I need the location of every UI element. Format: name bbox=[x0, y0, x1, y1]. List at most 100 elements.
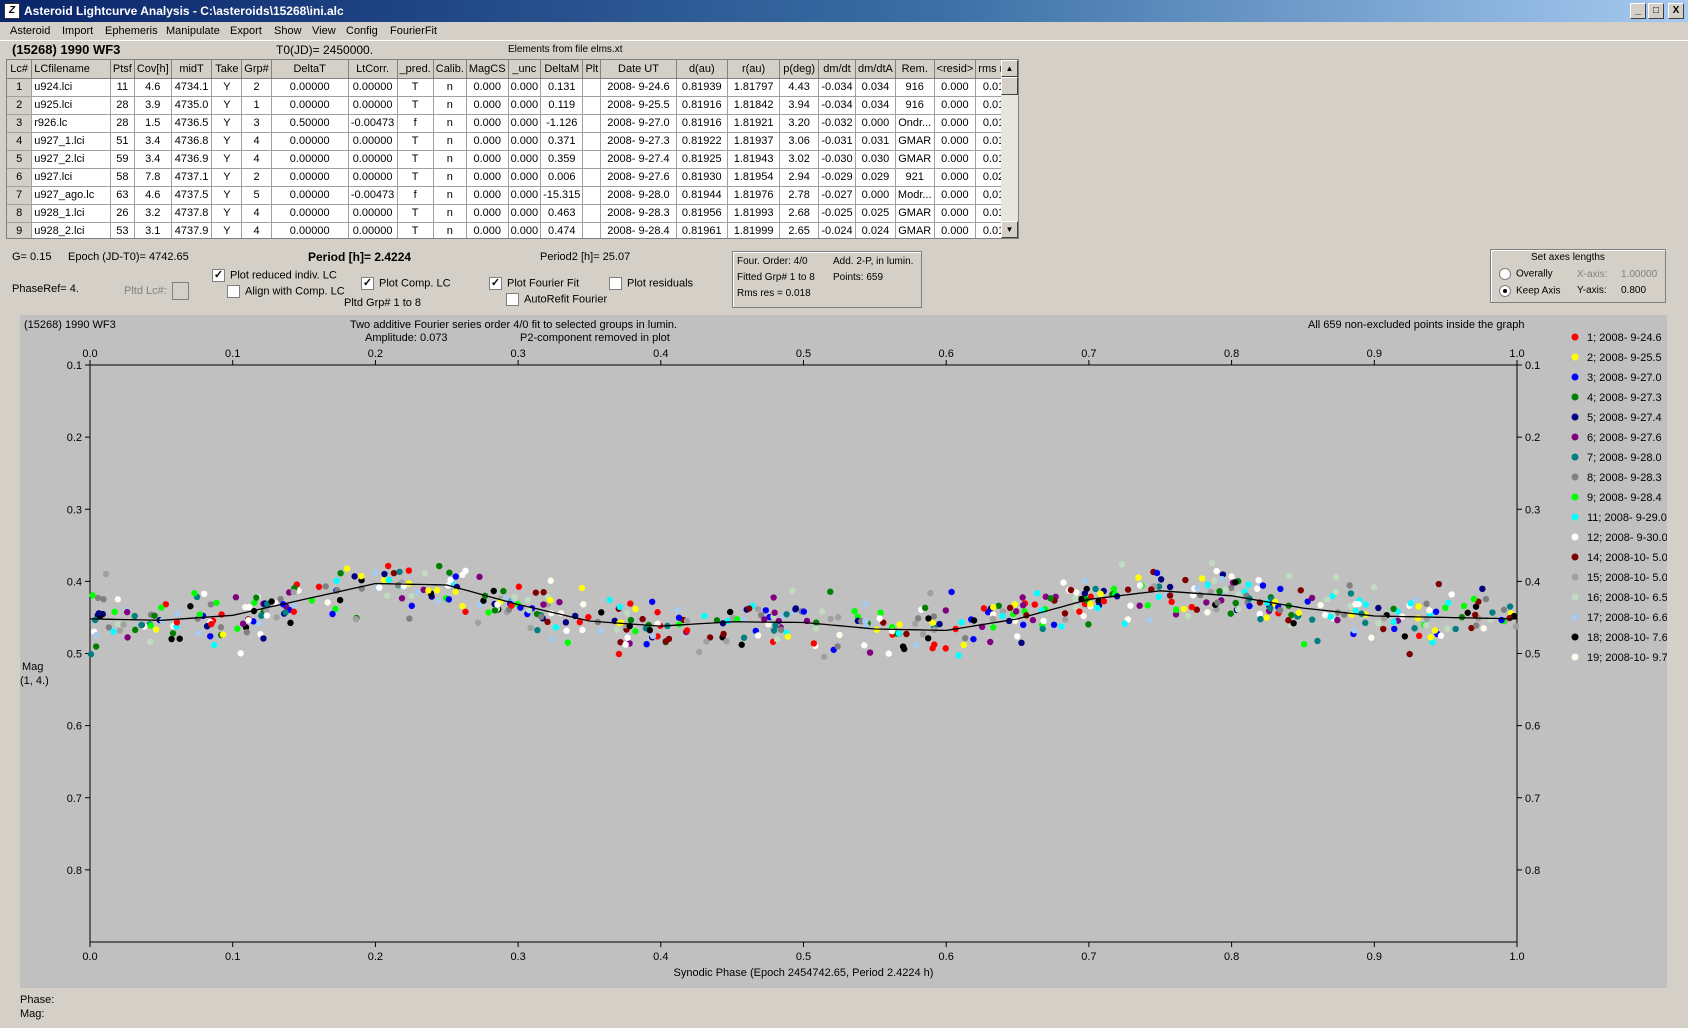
table-cell[interactable] bbox=[582, 114, 602, 133]
table-cell[interactable]: 4.43 bbox=[779, 78, 820, 97]
table-cell[interactable]: T bbox=[397, 204, 434, 223]
table-cell[interactable]: 26 bbox=[110, 204, 135, 223]
table-cell[interactable]: 0.000 bbox=[934, 132, 977, 151]
table-row[interactable]: 5 u927_2.lci 59 3.4 4736.9 Y 4 0.00000 0.00000 Tn… bbox=[7, 150, 1018, 169]
table-cell[interactable]: 921 bbox=[895, 168, 935, 187]
table-cell[interactable]: 3 bbox=[241, 114, 272, 133]
table-cell[interactable]: 58 bbox=[110, 168, 135, 187]
autorefit-checkbox[interactable]: AutoRefit Fourier bbox=[506, 293, 607, 306]
table-cell[interactable]: 0.034 bbox=[855, 96, 896, 115]
table-cell[interactable]: 3.06 bbox=[779, 132, 820, 151]
table-cell[interactable] bbox=[582, 96, 602, 115]
keep-axis-radio[interactable]: Keep Axis bbox=[1499, 285, 1560, 297]
table-cell[interactable] bbox=[582, 132, 602, 151]
table-cell[interactable]: 28 bbox=[110, 114, 135, 133]
table-cell[interactable]: 0.000 bbox=[508, 186, 542, 205]
table-cell[interactable]: n bbox=[433, 222, 467, 238]
table-cell[interactable]: 0.00000 bbox=[348, 150, 398, 169]
table-cell[interactable]: 0.81956 bbox=[676, 204, 728, 223]
plot-fourier-checkbox[interactable]: ✓ Plot Fourier Fit bbox=[489, 277, 579, 290]
table-cell[interactable]: GMAR bbox=[895, 222, 935, 238]
table-cell[interactable]: 0.81944 bbox=[676, 186, 728, 205]
table-cell[interactable]: 2008- 9-27.6 bbox=[600, 168, 677, 187]
column-header[interactable]: _pred. bbox=[397, 60, 434, 79]
table-row[interactable]: 9 u928_2.lci 53 3.1 4737.9 Y 4 0.00000 0.00000 Tn… bbox=[7, 222, 1018, 238]
table-cell[interactable]: u927.lci bbox=[31, 168, 111, 187]
table-cell[interactable]: n bbox=[433, 114, 467, 133]
table-cell[interactable]: 0.000 bbox=[466, 78, 509, 97]
table-cell[interactable]: 0.000 bbox=[466, 222, 509, 238]
table-cell[interactable]: 916 bbox=[895, 78, 935, 97]
table-cell[interactable]: 4737.1 bbox=[171, 168, 213, 187]
table-cell[interactable]: 1.81797 bbox=[727, 78, 781, 97]
table-cell[interactable]: n bbox=[433, 168, 467, 187]
table-cell[interactable]: Ondr... bbox=[895, 114, 935, 133]
table-cell[interactable]: 0.000 bbox=[508, 204, 542, 223]
scroll-down-icon[interactable]: ▼ bbox=[1001, 221, 1018, 238]
table-cell[interactable]: u924.lci bbox=[31, 78, 111, 97]
table-cell[interactable]: 4735.0 bbox=[171, 96, 213, 115]
table-cell[interactable]: 0.000 bbox=[934, 168, 977, 187]
lightcurve-chart[interactable]: (15268) 1990 WF3 Two additive Fourier ser… bbox=[20, 315, 1667, 988]
table-row[interactable]: 8 u928_1.lci 26 3.2 4737.8 Y 4 0.00000 0.00000 Tn… bbox=[7, 204, 1018, 223]
table-cell[interactable]: 2.65 bbox=[779, 222, 820, 238]
table-cell[interactable]: 0.81925 bbox=[676, 150, 728, 169]
table-cell[interactable]: 0.131 bbox=[540, 78, 584, 97]
table-cell[interactable]: 0.359 bbox=[540, 150, 584, 169]
scroll-up-icon[interactable]: ▲ bbox=[1001, 60, 1018, 77]
table-cell[interactable]: Y bbox=[211, 114, 243, 133]
table-cell[interactable]: Y bbox=[211, 96, 243, 115]
table-scrollbar[interactable]: ▲ ▼ bbox=[1001, 60, 1018, 238]
column-header[interactable]: Rem. bbox=[895, 60, 935, 79]
table-cell[interactable]: 0.000 bbox=[934, 204, 977, 223]
table-cell[interactable]: 0.000 bbox=[934, 150, 977, 169]
pltd-lc-spinner[interactable] bbox=[172, 282, 189, 300]
table-cell[interactable]: 0.034 bbox=[855, 78, 896, 97]
table-cell[interactable]: 0.00000 bbox=[271, 150, 349, 169]
table-cell[interactable]: 1.81954 bbox=[727, 168, 781, 187]
table-cell[interactable]: 916 bbox=[895, 96, 935, 115]
table-row[interactable]: 1 u924.lci 11 4.6 4734.1 Y 2 0.00000 0.00000 Tn 0.… bbox=[7, 78, 1018, 97]
plot-comp-checkbox[interactable]: ✓ Plot Comp. LC bbox=[361, 277, 451, 290]
table-row[interactable]: 7 u927_ago.lc 63 4.6 4737.5 Y 5 0.00000 -0.00473… bbox=[7, 186, 1018, 205]
table-cell[interactable]: 0.00000 bbox=[348, 78, 398, 97]
table-cell[interactable]: 0.371 bbox=[540, 132, 584, 151]
table-cell[interactable]: 0.81961 bbox=[676, 222, 728, 238]
table-cell[interactable]: 2.94 bbox=[779, 168, 820, 187]
period2-param[interactable]: Period2 [h]= 25.07 bbox=[540, 251, 630, 263]
table-cell[interactable]: T bbox=[397, 222, 434, 238]
table-cell[interactable]: u927_2.lci bbox=[31, 150, 111, 169]
table-row[interactable]: 3 r926.lc 28 1.5 4736.5 Y 3 0.50000 -0.00473 f n 0.… bbox=[7, 114, 1018, 133]
table-cell[interactable]: 0.000 bbox=[508, 150, 542, 169]
table-cell[interactable]: 1 bbox=[241, 96, 272, 115]
table-cell[interactable]: n bbox=[433, 186, 467, 205]
table-cell[interactable]: 0.81922 bbox=[676, 132, 728, 151]
table-cell[interactable]: GMAR bbox=[895, 132, 935, 151]
menu-show[interactable]: Show bbox=[274, 25, 302, 37]
column-header[interactable]: p(deg) bbox=[779, 60, 820, 79]
row-header[interactable]: 8 bbox=[7, 204, 33, 223]
table-cell[interactable]: 0.000 bbox=[934, 114, 977, 133]
table-cell[interactable]: 4736.9 bbox=[171, 150, 213, 169]
table-cell[interactable]: Y bbox=[211, 132, 243, 151]
table-cell[interactable]: GMAR bbox=[895, 204, 935, 223]
table-cell[interactable]: 0.000 bbox=[466, 186, 509, 205]
menu-asteroid[interactable]: Asteroid bbox=[10, 25, 50, 37]
table-cell[interactable] bbox=[582, 186, 602, 205]
phaseref-param[interactable]: PhaseRef= 4. bbox=[12, 283, 79, 295]
table-cell[interactable]: -0.031 bbox=[818, 132, 856, 151]
table-cell[interactable]: 2008- 9-27.3 bbox=[600, 132, 677, 151]
table-cell[interactable]: u928_2.lci bbox=[31, 222, 111, 238]
maximize-button[interactable]: □ bbox=[1648, 3, 1664, 19]
table-cell[interactable]: 0.006 bbox=[540, 168, 584, 187]
table-cell[interactable]: n bbox=[433, 204, 467, 223]
menu-view[interactable]: View bbox=[312, 25, 336, 37]
table-cell[interactable] bbox=[582, 204, 602, 223]
column-header[interactable]: Take bbox=[211, 60, 243, 79]
table-cell[interactable]: 1.81943 bbox=[727, 150, 781, 169]
table-cell[interactable]: u927_ago.lc bbox=[31, 186, 111, 205]
table-cell[interactable]: T bbox=[397, 96, 434, 115]
table-cell[interactable]: 3.1 bbox=[134, 222, 172, 238]
table-cell[interactable]: 4736.5 bbox=[171, 114, 213, 133]
column-header[interactable]: Cov[h] bbox=[134, 60, 172, 79]
